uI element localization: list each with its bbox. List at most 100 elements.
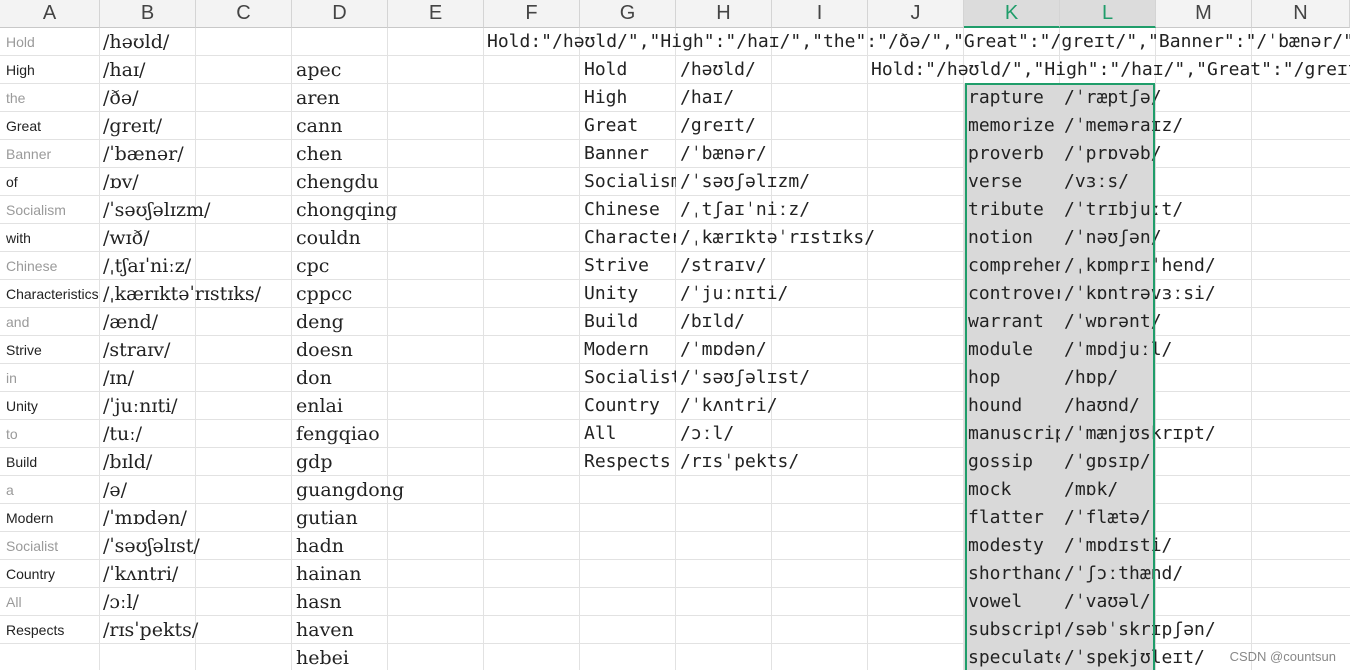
cell-l16[interactable]: /ˈgɒsɪp/: [1064, 448, 1151, 476]
column-header-b[interactable]: B: [100, 0, 196, 28]
cell-d18[interactable]: gutian: [296, 504, 358, 532]
cell-g14[interactable]: Country: [584, 392, 676, 420]
cell-h9[interactable]: /straɪv/: [680, 252, 767, 280]
cell-b1[interactable]: /həʊld/: [103, 28, 169, 56]
column-header-f[interactable]: F: [484, 0, 580, 28]
cell-k8[interactable]: notion: [968, 224, 1060, 252]
cell-h11[interactable]: /bɪld/: [680, 308, 745, 336]
cell-l23[interactable]: /ˈspekjʊleɪt/: [1064, 644, 1205, 670]
cell-j2[interactable]: Hold:"/həʊld/","High":"/haɪ/","Great":"/…: [871, 56, 1350, 84]
cell-h16[interactable]: /rɪsˈpekts/: [680, 448, 799, 476]
cell-b5[interactable]: /ˈbænər/: [103, 140, 184, 168]
cell-b17[interactable]: /ə/: [103, 476, 127, 504]
cell-d17[interactable]: guangdong: [296, 476, 404, 504]
cell-h2[interactable]: /həʊld/: [680, 56, 756, 84]
cell-k18[interactable]: flatter: [968, 504, 1060, 532]
cell-k9[interactable]: comprehend: [968, 252, 1060, 280]
cell-f1[interactable]: Hold:"/həʊld/","High":"/haɪ/","the":"/ðə…: [487, 28, 1350, 56]
cell-d10[interactable]: cppcc: [296, 280, 352, 308]
cell-d13[interactable]: don: [296, 364, 332, 392]
cell-k16[interactable]: gossip: [968, 448, 1060, 476]
cell-d22[interactable]: haven: [296, 616, 354, 644]
cell-g12[interactable]: Modern: [584, 336, 676, 364]
cell-b9[interactable]: /ˌtʃaɪˈniːz/: [103, 252, 191, 280]
column-header-m[interactable]: M: [1156, 0, 1252, 28]
cell-a3[interactable]: the: [6, 84, 25, 112]
cell-h6[interactable]: /ˈsəʊʃəlɪzm/: [680, 168, 810, 196]
cell-b8[interactable]: /wɪð/: [103, 224, 150, 252]
cell-l11[interactable]: /ˈwɒrənt/: [1064, 308, 1162, 336]
cell-l8[interactable]: /ˈnəʊʃən/: [1064, 224, 1162, 252]
cell-b11[interactable]: /ænd/: [103, 308, 158, 336]
cell-h10[interactable]: /ˈjuːnɪti/: [680, 280, 788, 308]
cell-k10[interactable]: controversy: [968, 280, 1060, 308]
cell-g11[interactable]: Build: [584, 308, 676, 336]
cell-d23[interactable]: hebei: [296, 644, 349, 670]
cell-b3[interactable]: /ðə/: [103, 84, 139, 112]
cell-b6[interactable]: /ɒv/: [103, 168, 139, 196]
cell-k23[interactable]: speculate: [968, 644, 1060, 670]
cell-g15[interactable]: All: [584, 420, 676, 448]
cell-k3[interactable]: rapture: [968, 84, 1060, 112]
column-header-c[interactable]: C: [196, 0, 292, 28]
cell-b18[interactable]: /ˈmɒdən/: [103, 504, 187, 532]
cell-b13[interactable]: /ɪn/: [103, 364, 134, 392]
cell-l17[interactable]: /mɒk/: [1064, 476, 1118, 504]
cell-a21[interactable]: All: [6, 588, 22, 616]
cell-k19[interactable]: modesty: [968, 532, 1060, 560]
cell-h15[interactable]: /ɔːl/: [680, 420, 734, 448]
cell-a4[interactable]: Great: [6, 112, 41, 140]
cell-g10[interactable]: Unity: [584, 280, 676, 308]
column-header-e[interactable]: E: [388, 0, 484, 28]
spreadsheet-grid[interactable]: ABCDEFGHIJKLMN Hold High the Great Banner of S…: [0, 0, 1350, 670]
cell-a7[interactable]: Socialism: [6, 196, 66, 224]
cell-l3[interactable]: /ˈræptʃə/: [1064, 84, 1162, 112]
cell-a5[interactable]: Banner: [6, 140, 51, 168]
cell-b16[interactable]: /bɪld/: [103, 448, 152, 476]
cell-a15[interactable]: to: [6, 420, 18, 448]
cell-l10[interactable]: /ˈkɒntrəvɜːsi/: [1064, 280, 1216, 308]
cell-k6[interactable]: verse: [968, 168, 1060, 196]
cell-d2[interactable]: apec: [296, 56, 341, 84]
cell-d11[interactable]: deng: [296, 308, 344, 336]
cell-g13[interactable]: Socialist: [584, 364, 676, 392]
cell-g16[interactable]: Respects: [584, 448, 676, 476]
cell-g8[interactable]: Characteristics: [584, 224, 676, 252]
cell-b14[interactable]: /ˈjuːnɪti/: [103, 392, 178, 420]
cell-h14[interactable]: /ˈkʌntri/: [680, 392, 778, 420]
column-header-a[interactable]: A: [0, 0, 100, 28]
cell-g5[interactable]: Banner: [584, 140, 676, 168]
cell-d8[interactable]: couldn: [296, 224, 361, 252]
cell-a16[interactable]: Build: [6, 448, 37, 476]
cell-a19[interactable]: Socialist: [6, 532, 58, 560]
cell-l14[interactable]: /haʊnd/: [1064, 392, 1140, 420]
column-header-n[interactable]: N: [1252, 0, 1350, 28]
cell-l13[interactable]: /hɒp/: [1064, 364, 1118, 392]
cell-d15[interactable]: fengqiao: [296, 420, 380, 448]
column-header-i[interactable]: I: [772, 0, 868, 28]
cell-a20[interactable]: Country: [6, 560, 55, 588]
cell-b12[interactable]: /straɪv/: [103, 336, 170, 364]
cell-d19[interactable]: hadn: [296, 532, 344, 560]
cell-d6[interactable]: chengdu: [296, 168, 379, 196]
cell-k11[interactable]: warrant: [968, 308, 1060, 336]
cell-k14[interactable]: hound: [968, 392, 1060, 420]
cell-l22[interactable]: /səbˈskrɪpʃən/: [1064, 616, 1216, 644]
cell-l5[interactable]: /ˈprɒvəb/: [1064, 140, 1162, 168]
cell-a12[interactable]: Strive: [6, 336, 42, 364]
cell-d21[interactable]: hasn: [296, 588, 342, 616]
cell-h12[interactable]: /ˈmɒdən/: [680, 336, 767, 364]
column-header-k[interactable]: K: [964, 0, 1060, 28]
cell-k7[interactable]: tribute: [968, 196, 1060, 224]
cell-l12[interactable]: /ˈmɒdjuːl/: [1064, 336, 1172, 364]
cell-h3[interactable]: /haɪ/: [680, 84, 734, 112]
cell-l9[interactable]: /ˌkɒmprɪˈhend/: [1064, 252, 1216, 280]
cell-d7[interactable]: chongqing: [296, 196, 397, 224]
cell-h4[interactable]: /greɪt/: [680, 112, 756, 140]
cell-k15[interactable]: manuscript: [968, 420, 1060, 448]
cell-l15[interactable]: /ˈmænjʊskrɪpt/: [1064, 420, 1216, 448]
cell-d3[interactable]: aren: [296, 84, 340, 112]
cell-k13[interactable]: hop: [968, 364, 1060, 392]
cell-d9[interactable]: cpc: [296, 252, 329, 280]
cell-l20[interactable]: /ˈʃɔːthænd/: [1064, 560, 1183, 588]
